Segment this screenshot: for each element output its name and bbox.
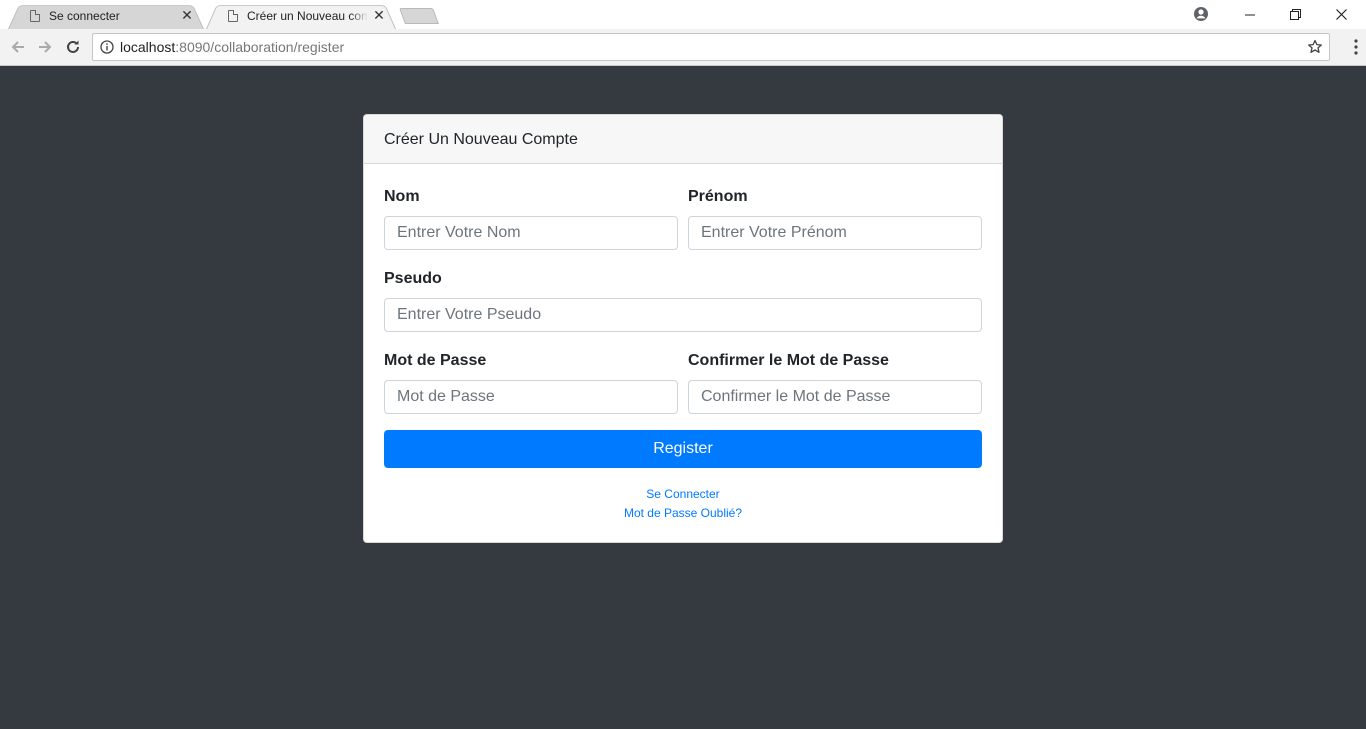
close-icon	[1335, 9, 1347, 20]
forward-button[interactable]	[35, 37, 55, 57]
back-button[interactable]	[8, 37, 28, 57]
restore-icon	[1289, 9, 1301, 20]
bookmark-star-icon[interactable]	[1307, 39, 1323, 55]
confirm-password-input[interactable]	[688, 380, 982, 414]
profile-icon[interactable]	[1193, 6, 1209, 22]
tab-strip: Se connecter ✕ Créer un Nouveau compte ✕	[0, 0, 1366, 30]
password-input[interactable]	[384, 380, 678, 414]
more-menu-icon[interactable]	[1354, 39, 1358, 55]
address-bar[interactable]: localhost:8090/collaboration/register	[92, 33, 1330, 61]
tab-title: Se connecter	[49, 8, 120, 23]
browser-toolbar: localhost:8090/collaboration/register	[0, 29, 1366, 66]
tab-se-connecter[interactable]: Se connecter ✕	[8, 2, 204, 30]
info-icon[interactable]	[100, 40, 114, 54]
prenom-input[interactable]	[688, 216, 982, 250]
page-icon	[228, 9, 238, 22]
close-window-button[interactable]	[1318, 0, 1364, 29]
confirm-password-label: Confirmer le Mot de Passe	[688, 352, 889, 369]
arrow-left-icon	[11, 41, 24, 53]
arrow-right-icon	[39, 41, 52, 53]
tab-title: Créer un Nouveau compte	[247, 8, 368, 23]
page-icon	[30, 9, 40, 22]
new-tab-button[interactable]	[399, 8, 439, 24]
password-label: Mot de Passe	[384, 352, 487, 369]
prenom-label: Prénom	[688, 188, 748, 205]
minimize-button[interactable]	[1227, 0, 1273, 29]
reload-icon	[67, 40, 79, 53]
card-title: Créer Un Nouveau Compte	[364, 115, 1002, 164]
url-path: :8090/collaboration/register	[175, 39, 345, 55]
nom-label: Nom	[384, 188, 420, 205]
reload-button[interactable]	[63, 37, 83, 57]
restore-button[interactable]	[1272, 0, 1318, 29]
pseudo-input[interactable]	[384, 298, 982, 332]
register-form: Nom Prénom Pseudo Mot de Passe Confirmer…	[364, 164, 1002, 542]
tab-close-icon[interactable]: ✕	[372, 7, 386, 23]
tab-close-icon[interactable]: ✕	[180, 7, 194, 23]
register-button[interactable]: Register	[384, 430, 982, 468]
url-host: localhost	[120, 39, 176, 55]
nom-input[interactable]	[384, 216, 678, 250]
forgot-password-link[interactable]: Mot de Passe Oublié?	[364, 506, 1002, 520]
register-card: Créer Un Nouveau Compte Nom Prénom Pseud…	[363, 114, 1003, 543]
minimize-icon	[1245, 14, 1255, 15]
tab-register[interactable]: Créer un Nouveau compte ✕	[206, 2, 396, 30]
pseudo-label: Pseudo	[384, 270, 442, 287]
url-text: localhost:8090/collaboration/register	[120, 39, 344, 55]
login-link[interactable]: Se Connecter	[364, 487, 1002, 501]
